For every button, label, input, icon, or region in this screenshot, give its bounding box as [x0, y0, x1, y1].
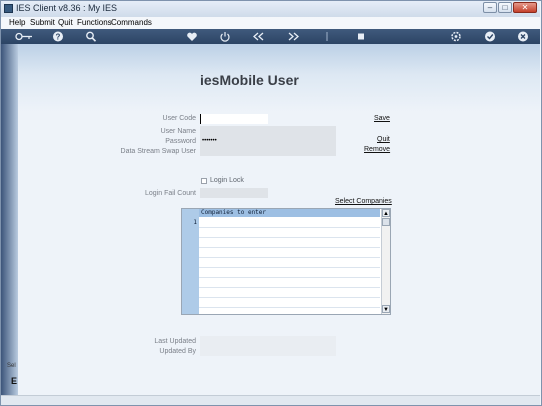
grid-cell[interactable] [200, 218, 379, 227]
remove-link[interactable]: Remove [364, 146, 390, 153]
user-code-input[interactable] [200, 114, 268, 124]
grid-column-header: Companies to enter [199, 209, 380, 217]
grid-row-line [199, 247, 380, 248]
close-icon[interactable] [516, 30, 530, 43]
accept-icon[interactable] [483, 30, 497, 43]
scroll-thumb[interactable] [382, 218, 390, 226]
password-field[interactable]: ••••••• [200, 136, 336, 146]
user-name-field[interactable] [200, 126, 336, 136]
grid-row-line [199, 267, 380, 268]
help-icon[interactable]: ? [51, 30, 65, 43]
maximize-button[interactable]: □ [498, 2, 512, 13]
grid-row-line [199, 287, 380, 288]
grid-row-line [199, 257, 380, 258]
menu-help[interactable]: Help [9, 18, 25, 27]
grid-scrollbar[interactable]: ▲ ▼ [381, 209, 390, 314]
quit-link[interactable]: Quit [377, 136, 390, 143]
grid-row-line [199, 297, 380, 298]
grid-row-line [199, 277, 380, 278]
menu-quit[interactable]: Quit [58, 18, 73, 27]
grid-row-line [199, 227, 380, 228]
user-code-label: User Code [162, 115, 196, 122]
grid-row-number: 1 [193, 219, 197, 226]
login-fail-count-field[interactable] [200, 188, 268, 198]
last-updated-field [200, 336, 336, 346]
svg-text:?: ? [56, 33, 61, 42]
scroll-down-button[interactable]: ▼ [382, 305, 390, 313]
updated-by-label: Updated By [159, 348, 196, 355]
updated-by-field [200, 346, 336, 356]
data-stream-swap-user-label: Data Stream Swap User [120, 148, 196, 155]
grid-row-line [199, 307, 380, 308]
heart-icon[interactable] [185, 30, 199, 43]
stop-icon[interactable] [354, 30, 368, 43]
last-updated-label: Last Updated [154, 338, 196, 345]
user-name-label: User Name [160, 128, 196, 135]
login-lock-label: Login Lock [210, 177, 244, 184]
partial-sidebar-text: Sel [7, 363, 16, 369]
fast-forward-icon[interactable] [286, 30, 300, 43]
menu-submit[interactable]: Submit [30, 18, 55, 27]
save-link[interactable]: Save [374, 115, 390, 122]
bookmark-icon[interactable] [320, 30, 334, 43]
minimize-button[interactable]: – [483, 2, 497, 13]
rewind-icon[interactable] [252, 30, 266, 43]
menu-commands[interactable]: Commands [111, 18, 152, 27]
grid-row-line [199, 237, 380, 238]
key-icon[interactable] [14, 30, 34, 43]
data-stream-swap-user-field[interactable] [200, 146, 336, 156]
search-icon[interactable] [84, 30, 98, 43]
partial-sidebar-glyph: E [11, 376, 18, 386]
menu-functions[interactable]: Functions [77, 18, 112, 27]
close-window-button[interactable]: ✕ [513, 2, 537, 13]
window-title: IES Client v8.36 : My IES [16, 3, 118, 13]
select-companies-link[interactable]: Select Companies [335, 198, 392, 205]
left-panel-strip [1, 44, 18, 404]
login-fail-count-label: Login Fail Count [145, 190, 196, 197]
settings-icon[interactable] [449, 30, 463, 43]
login-lock-checkbox[interactable] [201, 178, 207, 184]
power-icon[interactable] [218, 30, 232, 43]
status-bar [1, 395, 540, 405]
ies-app-icon [4, 4, 13, 13]
page-title: iesMobile User [200, 72, 299, 88]
password-label: Password [165, 138, 196, 145]
scroll-up-button[interactable]: ▲ [382, 209, 390, 217]
